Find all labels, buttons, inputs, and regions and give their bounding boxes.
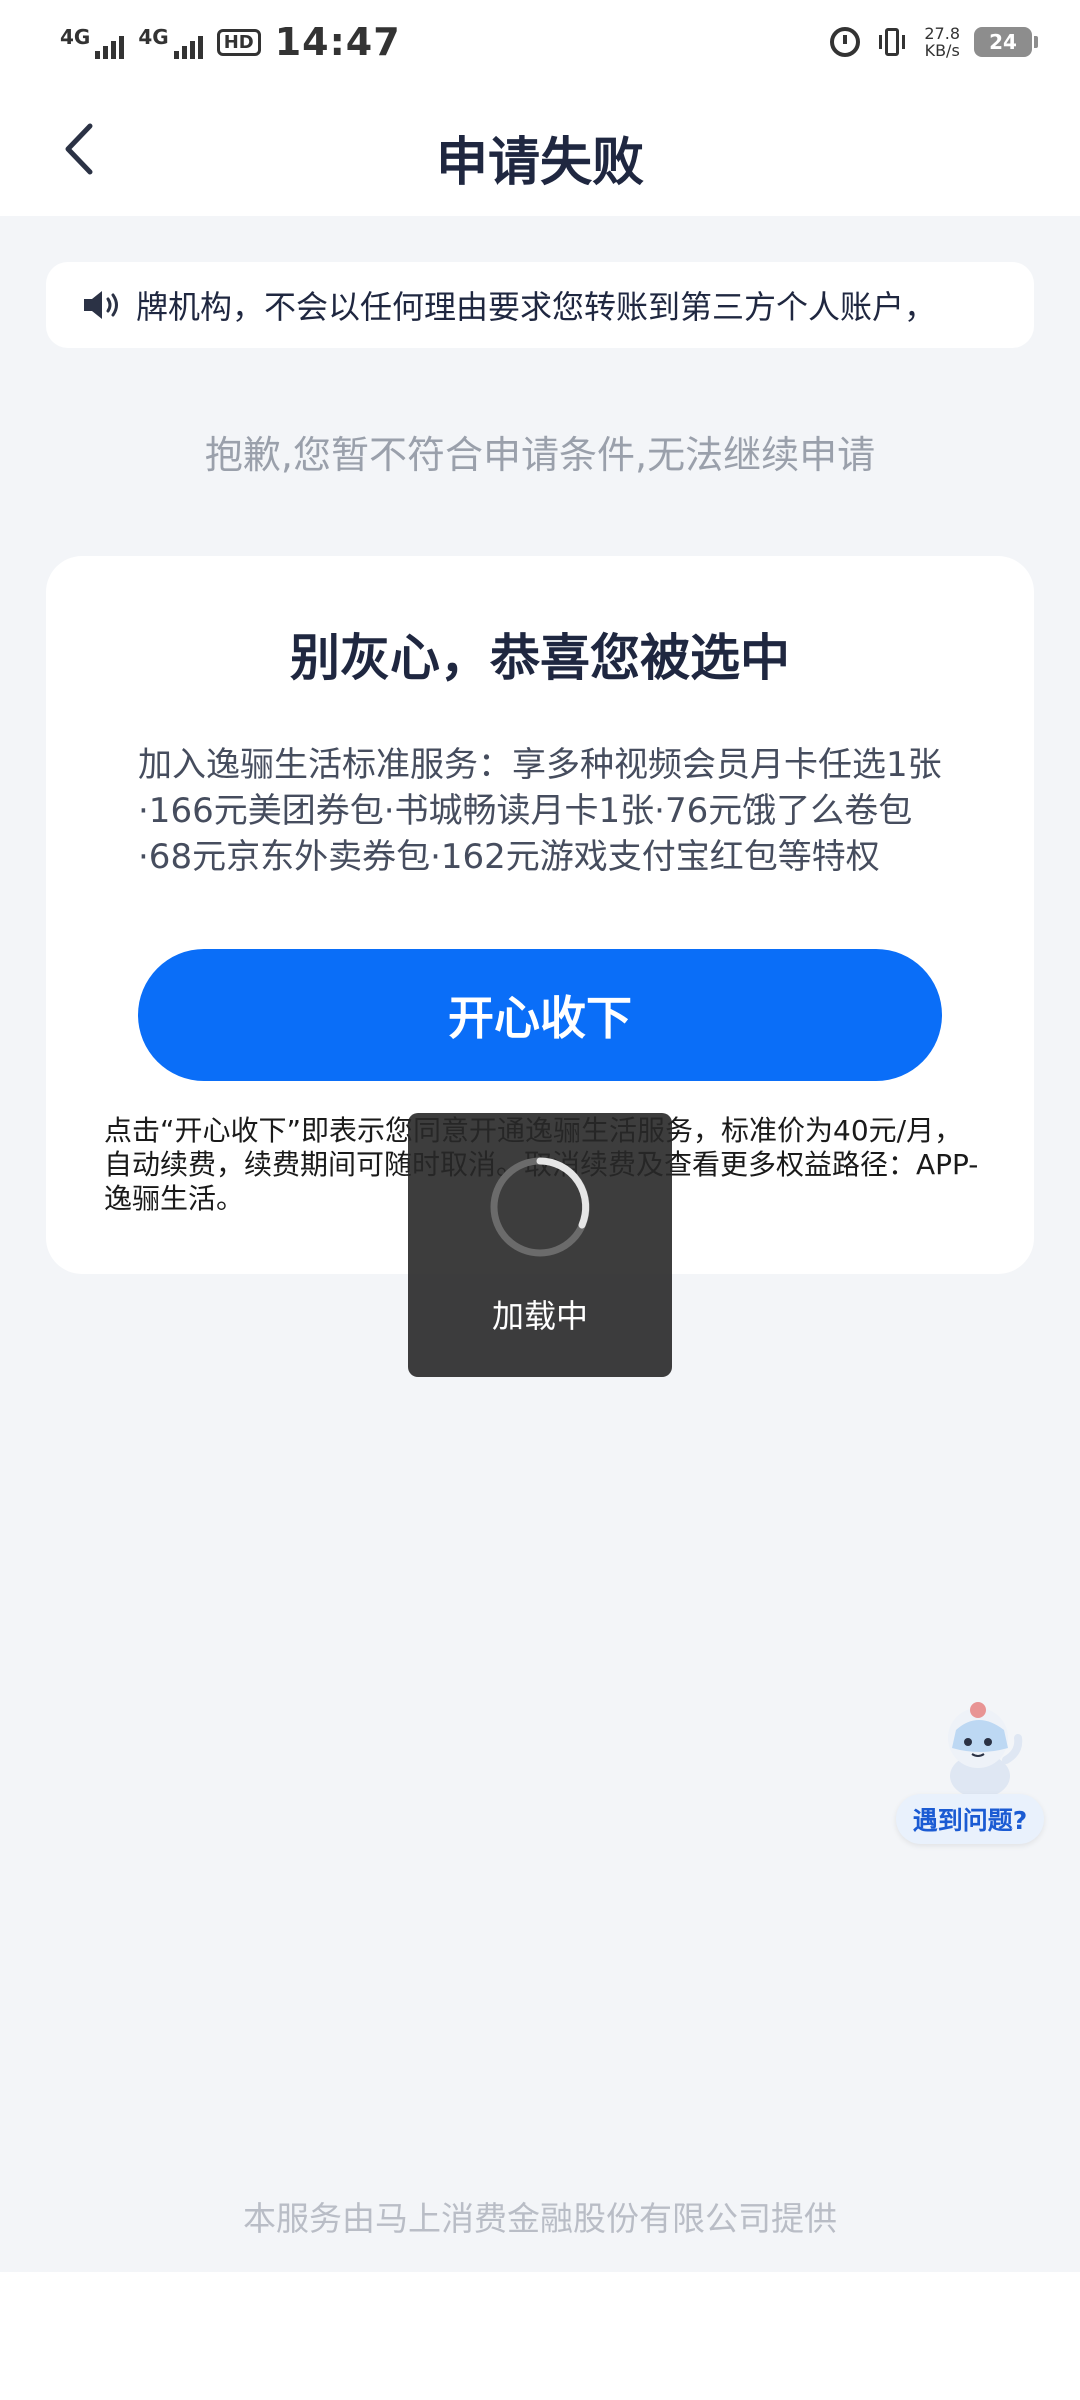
signal-icon: 4G: [60, 25, 125, 59]
rejection-message: 抱歉,您暂不符合申请条件,无法继续申请: [204, 433, 876, 477]
battery-level: 24: [989, 30, 1017, 54]
page-title: 申请失败: [435, 133, 644, 193]
speaker-icon: [84, 291, 118, 319]
notice-text: 牌机构，不会以任何理由要求您转账到第三方个人账户，: [136, 288, 937, 326]
status-bar: 4G 4G HD 14:47 27.8 KB/s 24: [0, 0, 1080, 84]
mascot-icon: [948, 1702, 1023, 1798]
offer-title: 别灰心，恭喜您被选中: [290, 629, 790, 687]
loading-toast: 加载中: [408, 1113, 672, 1377]
help-label: 遇到问题?: [896, 1794, 1044, 1844]
status-left: 4G 4G HD 14:47: [60, 20, 401, 64]
bottom-strip: [0, 2272, 1080, 2400]
alarm-icon: [830, 27, 861, 57]
clock: 14:47: [274, 20, 401, 64]
speed-value: 27.8: [924, 24, 960, 43]
offer-description: 加入逸骊生活标准服务：享多种视频会员月卡任选1张·166元美团券包·书城畅读月卡…: [138, 745, 942, 877]
accept-button[interactable]: 开心收下: [138, 949, 942, 1081]
status-right: 27.8 KB/s 24: [830, 25, 1038, 59]
provider-footer: 本服务由马上消费金融股份有限公司提供: [243, 2199, 837, 2238]
notice-banner: 牌机构，不会以任何理由要求您转账到第三方个人账户，: [46, 262, 1034, 348]
signal-icon: 4G: [138, 25, 203, 59]
network-type: 4G: [138, 25, 169, 49]
hd-voice-icon: HD: [216, 28, 261, 56]
speed-unit: KB/s: [924, 41, 960, 60]
help-button[interactable]: 遇到问题?: [896, 1696, 1046, 1848]
battery-icon: 24: [974, 27, 1038, 57]
vibrate-icon: [874, 27, 910, 57]
network-speed: 27.8 KB/s: [924, 25, 960, 59]
nav-bar: 申请失败: [0, 84, 1080, 216]
spinner-icon: [490, 1157, 590, 1257]
loading-text: 加载中: [491, 1297, 588, 1335]
network-type: 4G: [60, 25, 91, 49]
